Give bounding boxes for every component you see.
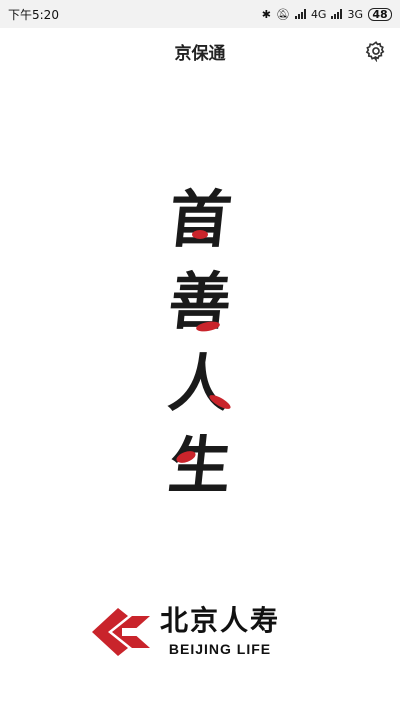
slogan-char-4: 生 <box>165 429 235 502</box>
logo-chinese-name: 北京人寿 <box>160 604 281 637</box>
network-type-primary: 4G <box>310 7 327 21</box>
signal-strength-secondary-icon <box>331 9 343 19</box>
beijing-life-logo-icon <box>92 608 150 656</box>
status-bar: 下午5:20 ✱ 🔕︎ 4G 3G 48 <box>0 0 400 28</box>
slogan-char-1: 首 <box>165 183 235 256</box>
status-time: 下午5:20 <box>8 7 59 22</box>
battery-level: 48 <box>372 7 388 21</box>
company-logo: 北京人寿 BEIJING LIFE <box>88 598 308 664</box>
bluetooth-icon: ✱ <box>261 7 271 21</box>
app-header: 京保通 <box>0 28 400 74</box>
mute-icon: 🔕︎ <box>275 7 290 21</box>
status-icons: ✱ 🔕︎ 4G 3G 48 <box>261 7 392 21</box>
battery-icon: 48 <box>368 7 392 21</box>
slogan-char-3: 人 <box>165 347 235 420</box>
gear-icon <box>365 41 385 62</box>
network-type-secondary: 3G <box>347 7 363 21</box>
signal-strength-icon <box>294 9 306 19</box>
logo-english-name: BEIJING LIFE <box>168 641 272 657</box>
logo-text: 北京人寿 BEIJING LIFE <box>160 604 281 658</box>
page-title: 京保通 <box>174 43 226 64</box>
settings-button[interactable] <box>362 37 390 65</box>
brush-accent-1 <box>192 230 208 239</box>
